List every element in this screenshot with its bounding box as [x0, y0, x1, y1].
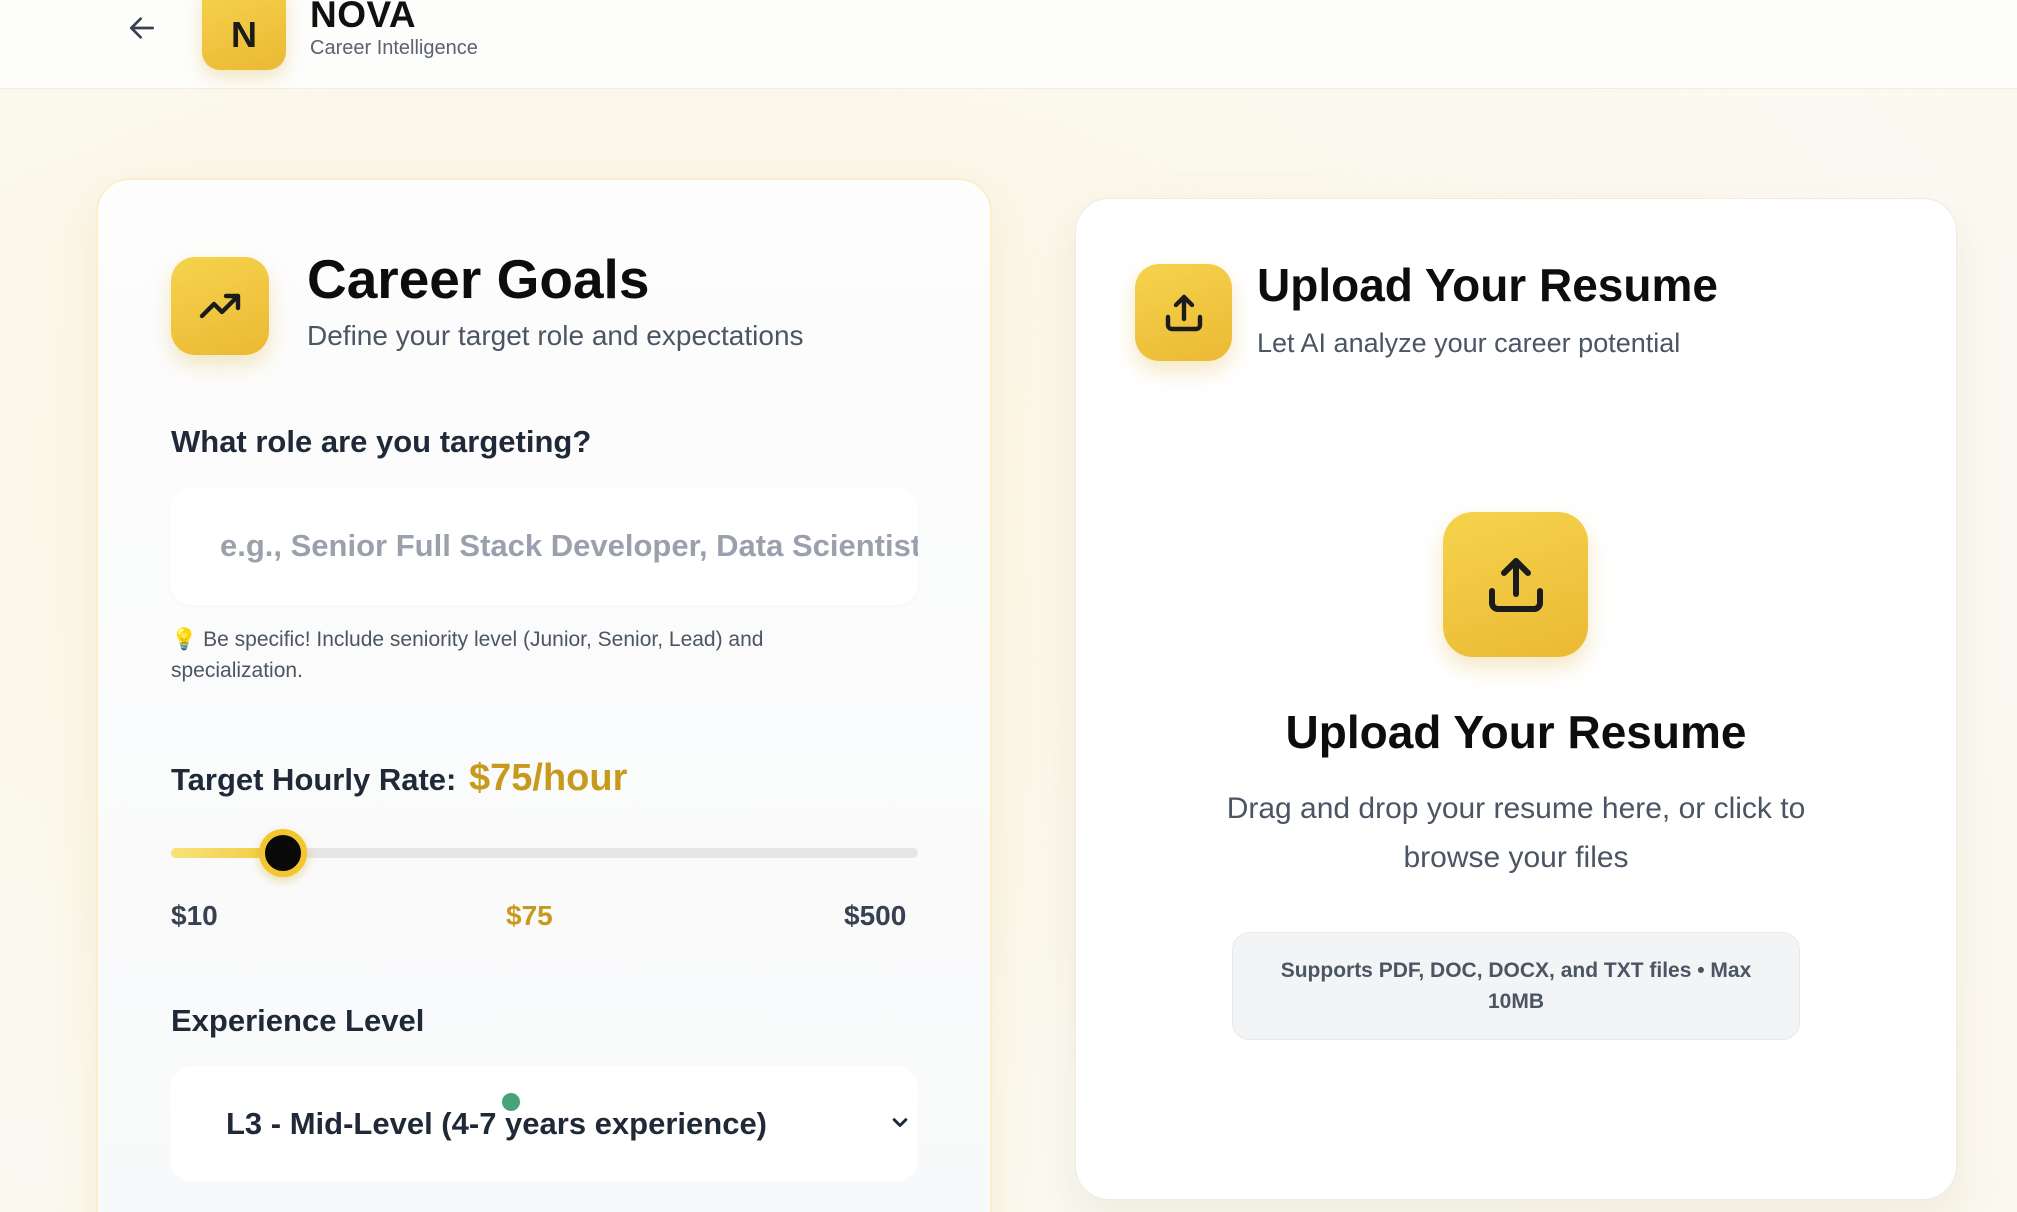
- rate-min-label: $10: [171, 900, 218, 931]
- lightbulb-icon: 💡: [171, 628, 198, 651]
- chevron-down-icon: [892, 1118, 908, 1127]
- role-input[interactable]: [170, 487, 918, 605]
- role-hint-text: Be specific! Include seniority level (Ju…: [171, 628, 764, 682]
- upload-icon: [1488, 557, 1543, 612]
- rate-mid-label: $75: [506, 900, 553, 931]
- supported-formats-text: Supports PDF, DOC, DOCX, and TXT files •…: [1280, 959, 1752, 1013]
- logo-letter: N: [231, 14, 257, 55]
- career-goals-title: Career Goals: [307, 248, 650, 310]
- upload-dropzone-button[interactable]: [1443, 512, 1588, 657]
- supported-formats-note: Supports PDF, DOC, DOCX, and TXT files •…: [1232, 932, 1800, 1040]
- logo: N: [202, 0, 286, 70]
- brand-name: NOVA: [310, 0, 417, 35]
- experience-label: Experience Level: [171, 1003, 425, 1038]
- brand-subtitle: Career Intelligence: [310, 37, 478, 59]
- dropzone-title: Upload Your Resume: [1285, 706, 1747, 758]
- upload-subtitle: Let AI analyze your career potential: [1257, 328, 1681, 358]
- rate-value: $75/hour: [468, 757, 628, 799]
- rate-slider-thumb[interactable]: [259, 829, 308, 877]
- experience-select[interactable]: L3 - Mid-Level (4-7 years experience): [170, 1066, 918, 1182]
- dropzone-description: Drag and drop your resume here, or click…: [1226, 792, 1806, 874]
- upload-header-icon-tile: [1135, 264, 1232, 361]
- career-goals-icon-tile: [171, 257, 269, 355]
- pointer-cursor: [502, 1093, 520, 1111]
- arrow-left-icon: [130, 17, 154, 39]
- trending-up-icon: [199, 293, 241, 319]
- experience-selected-value: L3 - Mid-Level (4-7 years experience): [226, 1106, 768, 1141]
- role-hint: 💡 Be specific! Include seniority level (J…: [171, 624, 891, 686]
- rate-label: Target Hourly Rate: $75/hour: [171, 757, 627, 800]
- career-goals-subtitle: Define your target role and expectations: [307, 320, 804, 351]
- back-button[interactable]: [122, 8, 162, 48]
- rate-max-label: $500: [844, 900, 907, 931]
- app-header: N NOVA Career Intelligence: [0, 0, 2017, 89]
- upload-icon: [1165, 294, 1202, 331]
- role-label: What role are you targeting?: [171, 424, 592, 459]
- rate-label-text: Target Hourly Rate:: [171, 762, 457, 797]
- upload-title: Upload Your Resume: [1257, 259, 1718, 311]
